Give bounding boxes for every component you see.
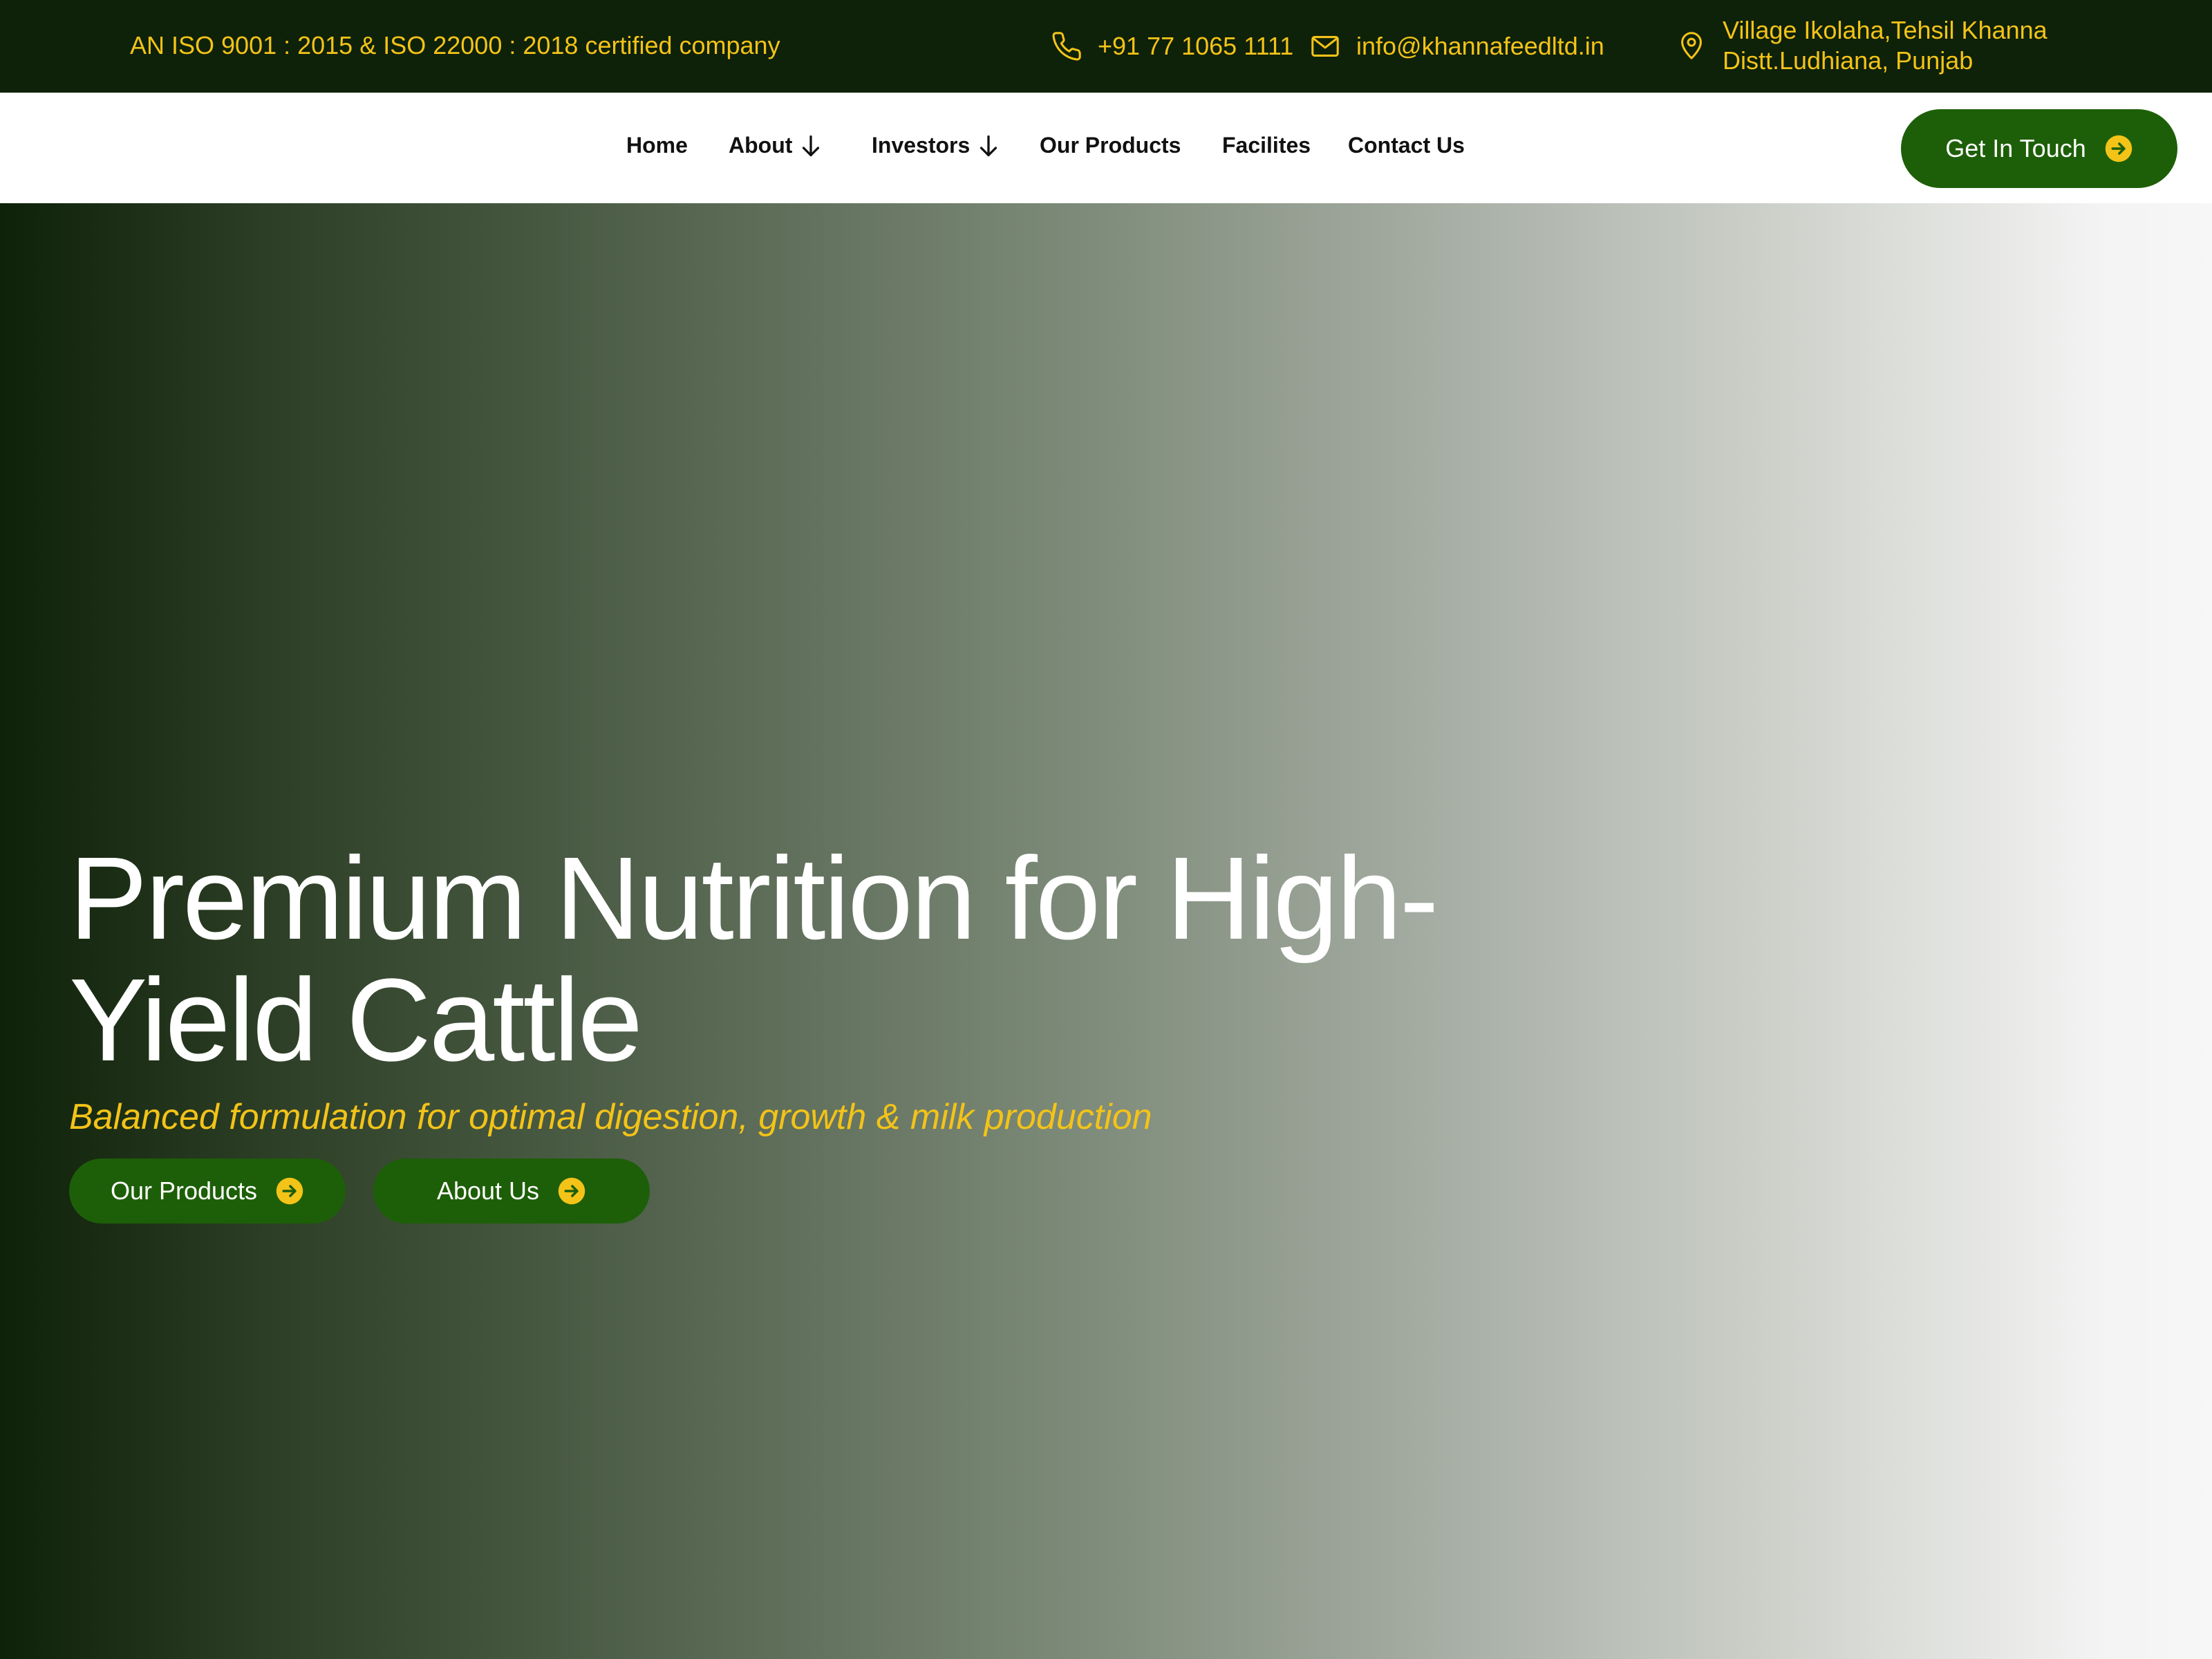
arrow-down-icon xyxy=(980,135,997,156)
arrow-down-icon xyxy=(803,135,820,156)
nav-item-contact-us[interactable]: Contact Us xyxy=(1348,133,1465,158)
phone-icon xyxy=(1052,32,1081,61)
about-us-label: About Us xyxy=(436,1177,540,1205)
nav-item-our-products[interactable]: Our Products xyxy=(1040,133,1181,158)
email-address[interactable]: info@khannafeedltd.in xyxy=(1356,32,1604,61)
nav-item-about[interactable]: About xyxy=(729,133,821,158)
phone-contact[interactable]: +91 77 1065 1111 xyxy=(1051,30,1293,62)
mail-icon xyxy=(1311,36,1339,57)
our-products-button[interactable]: Our Products xyxy=(69,1159,346,1224)
hero-section: Premium Nutrition for High-Yield Cattle … xyxy=(0,203,2212,1659)
nav-item-investors[interactable]: Investors xyxy=(872,133,999,158)
address-line-1: Village Ikolaha,Tehsil Khanna xyxy=(1723,16,2047,44)
hero-title: Premium Nutrition for High-Yield Cattle xyxy=(69,833,1438,1086)
hero-subtitle: Balanced formulation for optimal digesti… xyxy=(69,1097,1152,1137)
map-pin-icon xyxy=(1681,32,1702,59)
nav-item-home[interactable]: Home xyxy=(626,133,688,158)
address-line-2: Distt.Ludhiana, Punjab xyxy=(1723,46,1974,75)
nav-label-our-products: Our Products xyxy=(1040,133,1181,158)
nav-label-facilites: Facilites xyxy=(1222,133,1311,158)
arrow-right-circle-icon xyxy=(276,1177,303,1205)
our-products-label: Our Products xyxy=(110,1177,258,1205)
nav-label-about: About xyxy=(729,133,793,158)
nav-label-home: Home xyxy=(626,133,688,158)
main-nav: Home About Investors Our Products Facili… xyxy=(0,93,2212,203)
nav-label-contact-us: Contact Us xyxy=(1348,133,1465,158)
address-block: Village Ikolaha,Tehsil Khanna Distt.Ludh… xyxy=(1676,15,2047,76)
certification-text: AN ISO 9001 : 2015 & ISO 22000 : 2018 ce… xyxy=(130,31,780,59)
about-us-button[interactable]: About Us xyxy=(373,1159,650,1224)
get-in-touch-button[interactable]: Get In Touch xyxy=(1901,109,2177,188)
nav-label-investors: Investors xyxy=(872,133,971,158)
get-in-touch-label: Get In Touch xyxy=(1945,134,2086,162)
nav-item-facilites[interactable]: Facilites xyxy=(1222,133,1311,158)
arrow-right-circle-icon xyxy=(2105,135,2132,162)
phone-number[interactable]: +91 77 1065 1111 xyxy=(1098,32,1293,61)
top-info-bar: AN ISO 9001 : 2015 & ISO 22000 : 2018 ce… xyxy=(0,0,2212,93)
email-contact[interactable]: info@khannafeedltd.in xyxy=(1309,30,1604,62)
arrow-right-circle-icon xyxy=(558,1177,585,1205)
